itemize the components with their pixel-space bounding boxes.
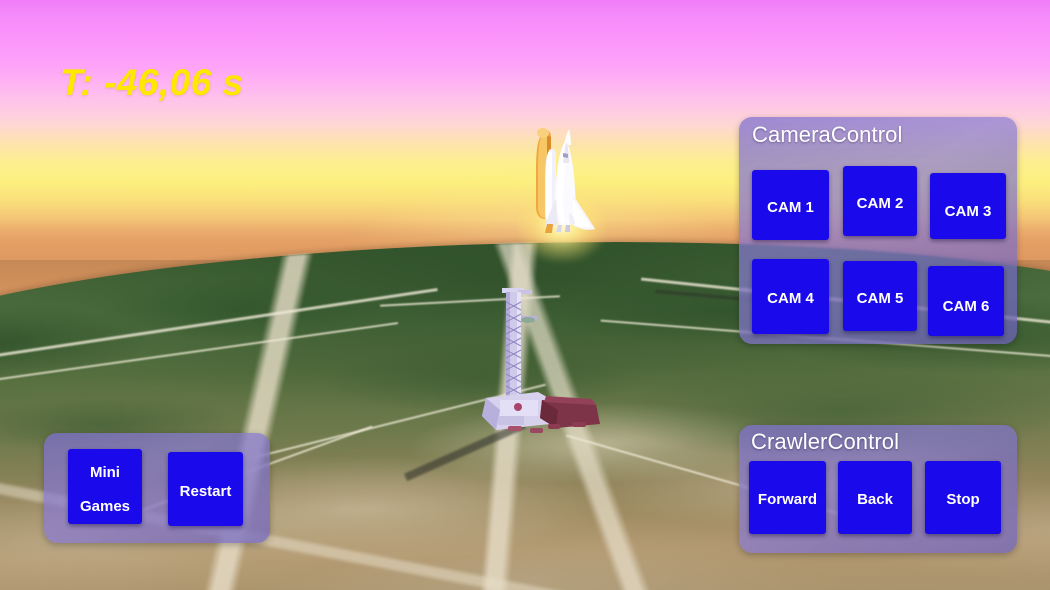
camera-button-label: CAM 3 bbox=[944, 202, 992, 220]
camera-button-cam-5[interactable]: CAM 5 bbox=[843, 261, 917, 331]
crawler-button-label: Forward bbox=[757, 491, 818, 509]
crawler-back-button[interactable]: Back bbox=[838, 461, 912, 534]
restart-button[interactable]: Restart bbox=[168, 452, 243, 526]
camera-button-label: CAM 6 bbox=[942, 297, 990, 315]
camera-button-label: CAM 2 bbox=[856, 194, 904, 212]
camera-button-label: CAM 1 bbox=[767, 198, 814, 216]
restart-label: Restart bbox=[179, 482, 232, 500]
crawler-button-label: Back bbox=[857, 491, 893, 509]
camera-button-cam-2[interactable]: CAM 2 bbox=[843, 166, 917, 236]
launch-tower bbox=[502, 288, 537, 404]
camera-button-cam-1[interactable]: CAM 1 bbox=[752, 170, 829, 240]
mini-games-label: Mini Games bbox=[79, 463, 131, 515]
mini-games-label-line2: Games bbox=[79, 497, 131, 515]
launch-simulator-viewport: T: -46,06 s CameraControl CAM 1 CAM 2 CA… bbox=[0, 0, 1050, 590]
camera-button-cam-6[interactable]: CAM 6 bbox=[928, 266, 1004, 336]
camera-button-label: CAM 5 bbox=[856, 289, 904, 307]
camera-button-label: CAM 4 bbox=[767, 290, 814, 308]
mini-games-label-line1: Mini bbox=[89, 464, 120, 482]
camera-control-title: CameraControl bbox=[752, 122, 903, 147]
engine-nozzles bbox=[545, 224, 570, 233]
camera-button-cam-4[interactable]: CAM 4 bbox=[752, 259, 829, 334]
pad-support-building bbox=[498, 416, 524, 425]
mission-timer: T: -46,06 s bbox=[60, 62, 244, 103]
crawler-stop-button[interactable]: Stop bbox=[925, 461, 1001, 534]
space-shuttle bbox=[536, 128, 595, 233]
camera-button-cam-3[interactable]: CAM 3 bbox=[930, 173, 1006, 239]
crawler-button-label: Stop bbox=[946, 491, 980, 509]
mini-games-button[interactable]: Mini Games bbox=[68, 449, 142, 524]
crawler-control-title: CrawlerControl bbox=[751, 429, 900, 454]
crawler-forward-button[interactable]: Forward bbox=[749, 461, 826, 534]
